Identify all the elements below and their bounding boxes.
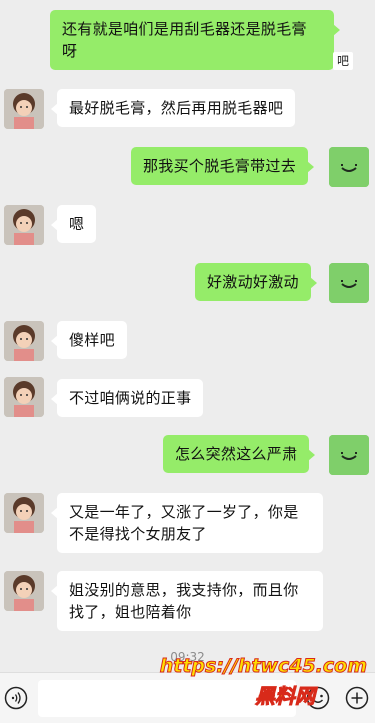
smile-avatar-icon bbox=[329, 147, 369, 187]
message-bubble-received[interactable]: 不过咱俩说的正事 bbox=[50, 379, 204, 417]
message-bubble-received[interactable]: 又是一年了，又涨了一岁了，你是不是得找个女朋友了 bbox=[51, 493, 323, 553]
avatar[interactable] bbox=[4, 321, 44, 361]
avatar[interactable] bbox=[4, 205, 44, 245]
smile-avatar-icon bbox=[329, 263, 369, 303]
message-bubble-sent[interactable]: 还有就是咱们是用刮毛器还是脱毛膏呀 bbox=[50, 10, 340, 70]
message-bubble-received[interactable]: 姐没别的意思，我支持你，而且你找了，姐也陪着你 bbox=[51, 571, 323, 631]
avatar[interactable] bbox=[329, 435, 369, 475]
message-bubble-received[interactable]: 傻样吧 bbox=[51, 321, 127, 359]
avatar[interactable] bbox=[4, 571, 44, 611]
message-bubble-sent[interactable]: 好激动好激动 bbox=[195, 263, 317, 301]
avatar[interactable] bbox=[4, 493, 44, 533]
voice-icon[interactable] bbox=[4, 686, 28, 714]
message-bubble-received[interactable]: 最好脱毛膏，然后再用脱毛器吧 bbox=[50, 89, 296, 127]
avatar[interactable] bbox=[4, 377, 44, 417]
avatar[interactable] bbox=[329, 263, 369, 303]
message-bubble-sent[interactable]: 那我买个脱毛膏带过去 bbox=[131, 147, 315, 185]
smile-avatar-icon bbox=[329, 435, 369, 475]
chat-area: 还有就是咱们是用刮毛器还是脱毛膏呀 吧 最好脱毛膏，然后再用脱毛器吧 那我买个脱… bbox=[0, 0, 375, 672]
plus-icon[interactable] bbox=[345, 686, 369, 714]
watermark-brand: 黑料网 bbox=[255, 684, 316, 709]
input-bar bbox=[0, 672, 375, 723]
watermark-url: https://htwc45.com bbox=[159, 655, 367, 678]
avatar[interactable] bbox=[329, 147, 369, 187]
message-bubble-sent[interactable]: 怎么突然这么严肃 bbox=[163, 435, 316, 473]
avatar[interactable] bbox=[4, 89, 44, 129]
message-bubble-received[interactable]: 嗯 bbox=[50, 205, 97, 243]
partial-text: 吧 bbox=[333, 52, 353, 70]
